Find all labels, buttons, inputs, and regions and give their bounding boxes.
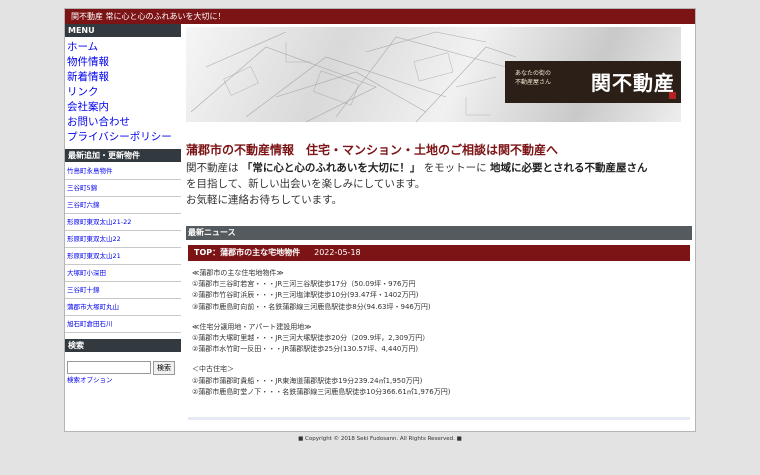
list-item[interactable]: 形原町東双太山21-22	[65, 214, 181, 231]
company-logo: あなたの街の 不動産屋さん 関不動産	[505, 61, 681, 103]
news-section-header: 最新ニュース	[186, 226, 692, 240]
menu-item-privacy[interactable]: プライバシーポリシー	[67, 130, 181, 145]
logo-name: 関不動産	[591, 71, 675, 95]
news-section-title: ＜中古住宅＞	[192, 365, 234, 374]
menu-item-news[interactable]: 新着情報	[67, 70, 181, 85]
new-properties-list: 竹島町永島物件 三谷町5錦 三谷町六錦 形原町東双太山21-22 形原町東双太山…	[65, 163, 181, 333]
news-section-title: ≪住宅分譲用地・アパート建設用地≫	[192, 322, 312, 331]
footer-copyright: ■ Copyright © 2018 Seki Fudosann. All Ri…	[298, 436, 462, 442]
news-body: ≪蒲郡市の主な住宅地物件≫ ①蒲郡市三谷町若宮・・・JR三河三谷駅徒歩17分（5…	[192, 268, 450, 398]
list-item[interactable]: 三谷町5錦	[65, 180, 181, 197]
list-item[interactable]: 竹島町永島物件	[65, 163, 181, 180]
news-line: ①蒲郡市蒲郡町貴船・・・JR東海道蒲郡駅徒歩19分239.24㎡1,950万円)	[192, 376, 423, 385]
intro-text: 関不動産は 「常に心と心のふれあいを大切に！」 をモットーに 地域に必要とされる…	[186, 160, 648, 208]
news-line: ①蒲郡市三谷町若宮・・・JR三河三谷駅徒歩17分（50.09坪・976万円	[192, 280, 416, 289]
intro-highlight: 地域に必要とされる不動産屋さん	[490, 162, 648, 174]
news-date: 2022-05-18	[314, 248, 361, 257]
logo-tagline-1: あなたの街の	[515, 70, 552, 77]
intro-text-1c: をモットーに	[423, 162, 487, 174]
list-item[interactable]: 形原町東双太山22	[65, 231, 181, 248]
menu-title: MENU	[65, 24, 181, 38]
list-item[interactable]: 三谷町六錦	[65, 197, 181, 214]
menu-item-links[interactable]: リンク	[67, 85, 181, 100]
intro-text-3: お気軽に連絡お待ちしています。	[186, 194, 343, 206]
search-button[interactable]: 検索	[153, 360, 175, 375]
list-item[interactable]: 大塚町小深田	[65, 265, 181, 282]
intro-motto: 「常に心と心のふれあいを大切に！」	[241, 162, 421, 174]
news-line: ③蒲郡市鹿島町向前・・名鉄蒲郡線三河鹿島駅徒歩8分(94.63坪・946万円)	[192, 302, 431, 311]
search-form: 検索	[65, 353, 181, 375]
news-section-title: ≪蒲郡市の主な住宅地物件≫	[192, 269, 284, 277]
news-title-bar: TOP：蒲郡市の主な宅地物件 2022-05-18	[188, 245, 690, 261]
news-line: ①蒲郡市大塚町里越・・・JR三河大塚駅徒歩20分（209.9坪，2,309万円）	[192, 334, 430, 343]
sidebar: MENU ホーム 物件情報 新着情報 リンク 会社案内 お問い合わせ プライバシ…	[65, 24, 181, 431]
main-menu: ホーム 物件情報 新着情報 リンク 会社案内 お問い合わせ プライバシーポリシー	[65, 38, 181, 149]
menu-item-company[interactable]: 会社案内	[67, 100, 181, 115]
page-heading: 蒲郡市の不動産情報 住宅・マンション・土地のご相談は関不動産へ	[186, 143, 559, 157]
list-item[interactable]: 蒲郡市大塚町丸山	[65, 299, 181, 316]
page-container: 関不動産 常に心と心のふれあいを大切に！ MENU ホーム 物件情報 新着情報 …	[64, 8, 696, 432]
news-line: ②蒲郡市竹谷町浜辰・・・JR三河塩津駅徒歩10分(93.47坪・1402万円)	[192, 291, 419, 300]
intro-text-1a: 関不動産は	[186, 162, 239, 174]
logo-tagline-2: 不動産屋さん	[515, 79, 552, 86]
list-item[interactable]: 形原町東双太山21	[65, 248, 181, 265]
seal-icon	[669, 92, 676, 99]
news-divider	[188, 417, 690, 420]
menu-item-contact[interactable]: お問い合わせ	[67, 115, 181, 130]
search-title: 検索	[65, 339, 181, 353]
hero-banner: あなたの街の 不動産屋さん 関不動産	[186, 27, 681, 122]
menu-item-home[interactable]: ホーム	[67, 40, 181, 55]
new-properties-title: 最新追加・更新物件	[65, 149, 181, 163]
news-line: ②蒲郡市水竹町一反田・・・JR蒲郡駅徒歩25分(130.57坪、4,440万円)	[192, 345, 419, 354]
list-item[interactable]: 三谷町十錦	[65, 282, 181, 299]
main-content: あなたの街の 不動産屋さん 関不動産 蒲郡市の不動産情報 住宅・マンション・土地…	[186, 24, 694, 431]
intro-text-2: を目指して、新しい出会いを楽しみにしています。	[186, 178, 426, 190]
search-input[interactable]	[67, 361, 151, 374]
menu-item-properties[interactable]: 物件情報	[67, 55, 181, 70]
list-item[interactable]: 旭石町倉田石川	[65, 316, 181, 333]
news-line: ②蒲郡市鹿島町堂ノ下・・・名鉄蒲郡線三河鹿島駅徒歩10分366.61㎡1,976…	[192, 387, 451, 396]
site-tagline-bar: 関不動産 常に心と心のふれあいを大切に！	[65, 9, 695, 24]
news-title[interactable]: TOP：蒲郡市の主な宅地物件	[194, 248, 300, 257]
